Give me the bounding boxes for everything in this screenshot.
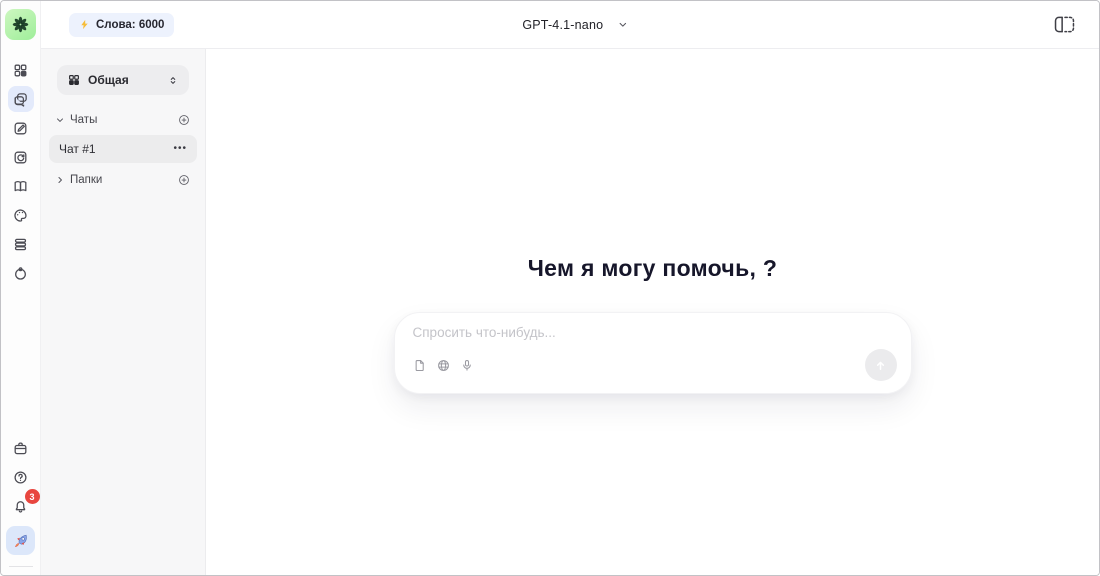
palette-icon[interactable] [8, 202, 34, 228]
compose-icon[interactable] [8, 115, 34, 141]
help-icon[interactable] [8, 464, 34, 490]
history-icon[interactable] [8, 144, 34, 170]
folders-section-header[interactable]: Папки [55, 173, 191, 187]
app-window: 3 Слова: 6000 [0, 0, 1100, 576]
chevron-right-icon [55, 175, 65, 185]
model-name: GPT-4.1-nano [522, 18, 603, 32]
workspace-grid-icon [67, 73, 81, 87]
attach-file-icon[interactable] [413, 358, 427, 373]
workspace-selector[interactable]: Общая [57, 65, 189, 95]
message-input[interactable] [413, 325, 897, 347]
notification-badge: 3 [25, 489, 40, 504]
main-area: Чем я могу помочь, ? [206, 49, 1099, 575]
sort-unfold-icon [167, 74, 179, 87]
right-column: Слова: 6000 GPT-4.1-nano [41, 1, 1099, 575]
composer-card [394, 312, 912, 394]
panel-toggle-icon[interactable] [1050, 12, 1079, 37]
workspace-case-icon[interactable] [8, 435, 34, 461]
app-logo[interactable] [5, 9, 36, 40]
composer-toolbar [413, 349, 897, 381]
content-row: Общая Чаты [41, 49, 1099, 575]
chevron-down-icon [617, 19, 628, 30]
send-button[interactable] [865, 349, 897, 381]
folders-section-label: Папки [70, 174, 102, 186]
orb-icon[interactable] [8, 260, 34, 286]
library-icon[interactable] [8, 173, 34, 199]
sidebar: Общая Чаты [41, 49, 206, 575]
chats-icon[interactable] [8, 86, 34, 112]
notifications-wrap: 3 [8, 493, 34, 519]
words-balance-label: Слова: 6000 [96, 19, 164, 31]
rail-bottom: 3 [6, 435, 35, 569]
chats-section-header[interactable]: Чаты [55, 113, 191, 127]
rail-nav [8, 57, 34, 286]
chats-section-label: Чаты [70, 114, 97, 126]
lightning-bolt-icon [79, 18, 90, 31]
arrow-up-icon [873, 358, 888, 373]
chat-item-label: Чат #1 [59, 142, 96, 156]
add-folder-button[interactable] [177, 173, 191, 187]
chevron-down-icon [55, 115, 65, 125]
rocket-boost-icon[interactable] [6, 526, 35, 555]
add-chat-button[interactable] [177, 113, 191, 127]
words-balance-badge[interactable]: Слова: 6000 [69, 13, 174, 37]
aperture-flower-icon [11, 15, 30, 34]
topbar: Слова: 6000 GPT-4.1-nano [41, 1, 1099, 49]
attach-icons [413, 358, 474, 373]
chat-list-item[interactable]: Чат #1 ••• [49, 135, 197, 163]
apps-grid-icon[interactable] [8, 57, 34, 83]
chat-item-menu-icon[interactable]: ••• [173, 144, 187, 154]
icon-rail: 3 [1, 1, 41, 575]
workspace-label: Общая [88, 73, 129, 87]
model-selector[interactable]: GPT-4.1-nano [522, 18, 628, 32]
greeting-heading: Чем я могу помочь, ? [528, 255, 778, 282]
stack-icon[interactable] [8, 231, 34, 257]
rail-divider [9, 566, 33, 567]
microphone-icon[interactable] [460, 358, 474, 373]
web-globe-icon[interactable] [436, 358, 451, 373]
